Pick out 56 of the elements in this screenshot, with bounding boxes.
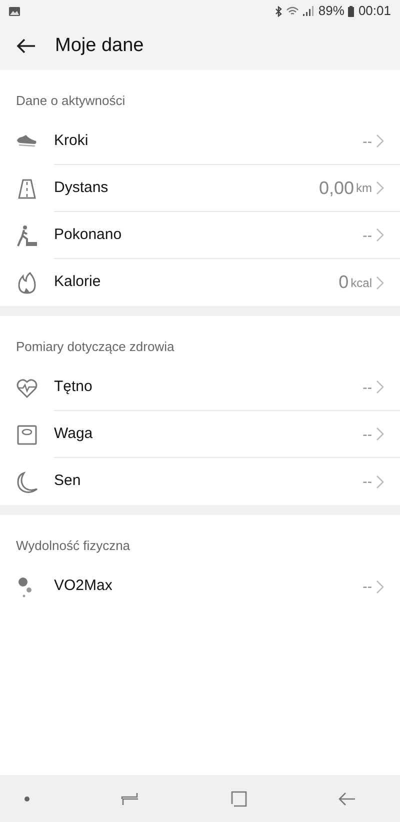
clock: 00:01 (358, 2, 391, 20)
chevron-icon (376, 474, 384, 488)
chevron-icon (376, 380, 384, 394)
row-value: -- (362, 226, 372, 244)
heart-pulse-icon (16, 376, 38, 398)
chevron-icon (376, 228, 384, 242)
list-row[interactable]: Sen -- (0, 458, 400, 505)
wifi-icon (286, 6, 300, 16)
scale-icon (16, 424, 38, 446)
signal-icon (303, 6, 314, 16)
back-nav-button[interactable] (338, 792, 356, 806)
list-row[interactable]: VO2Max -- (0, 563, 400, 610)
list-row[interactable]: Kalorie 0 kcal (0, 259, 400, 306)
row-label: Kroki (54, 130, 88, 151)
row-value: -- (362, 472, 372, 491)
list-row[interactable]: Kroki -- (0, 118, 400, 165)
unit-label: kcal (350, 274, 372, 292)
bluetooth-icon (275, 6, 282, 16)
section-title: Pomiary dotyczące zdrowia (16, 339, 174, 354)
row-label: Tętno (54, 376, 92, 397)
row-value: -- (362, 577, 372, 596)
moon-icon (16, 470, 38, 492)
back-button[interactable] (16, 38, 36, 54)
battery-level: 89% (318, 2, 344, 20)
row-label: VO2Max (54, 576, 112, 596)
chevron-icon (376, 427, 384, 441)
row-value: -- (362, 378, 372, 396)
list-row[interactable]: Tętno -- (0, 364, 400, 411)
row-label: Kalorie (54, 272, 101, 292)
row-label: Dystans (54, 178, 108, 198)
home-button[interactable] (230, 790, 247, 806)
list-row[interactable]: Pokonano -- (0, 212, 400, 259)
climbing-person-icon (16, 224, 38, 246)
road-icon (16, 178, 38, 200)
list-row[interactable]: Waga -- (0, 411, 400, 458)
chevron-icon (376, 276, 384, 290)
row-label: Sen (54, 471, 81, 492)
list-row[interactable]: Dystans 0,00 km (0, 165, 400, 212)
dot-button[interactable] (24, 796, 30, 802)
row-value: -- (362, 424, 372, 444)
section-title: Wydolność fizyczna (16, 538, 130, 553)
row-label: Pokonano (54, 224, 122, 245)
section-title: Dane o aktywności (16, 93, 126, 108)
chevron-icon (376, 181, 384, 195)
battery-icon (348, 6, 354, 16)
chevron-icon (376, 134, 384, 148)
unit-label: km (356, 180, 372, 197)
row-value: 0 (338, 271, 349, 294)
recent-apps-button[interactable] (121, 792, 140, 806)
flame-icon (16, 272, 38, 294)
row-value: -- (362, 132, 372, 150)
image-icon (9, 6, 20, 16)
chevron-icon (376, 580, 384, 594)
page-title: Moje dane (55, 34, 144, 58)
row-value: 0,00 (318, 176, 354, 200)
row-label: Waga (54, 424, 93, 444)
